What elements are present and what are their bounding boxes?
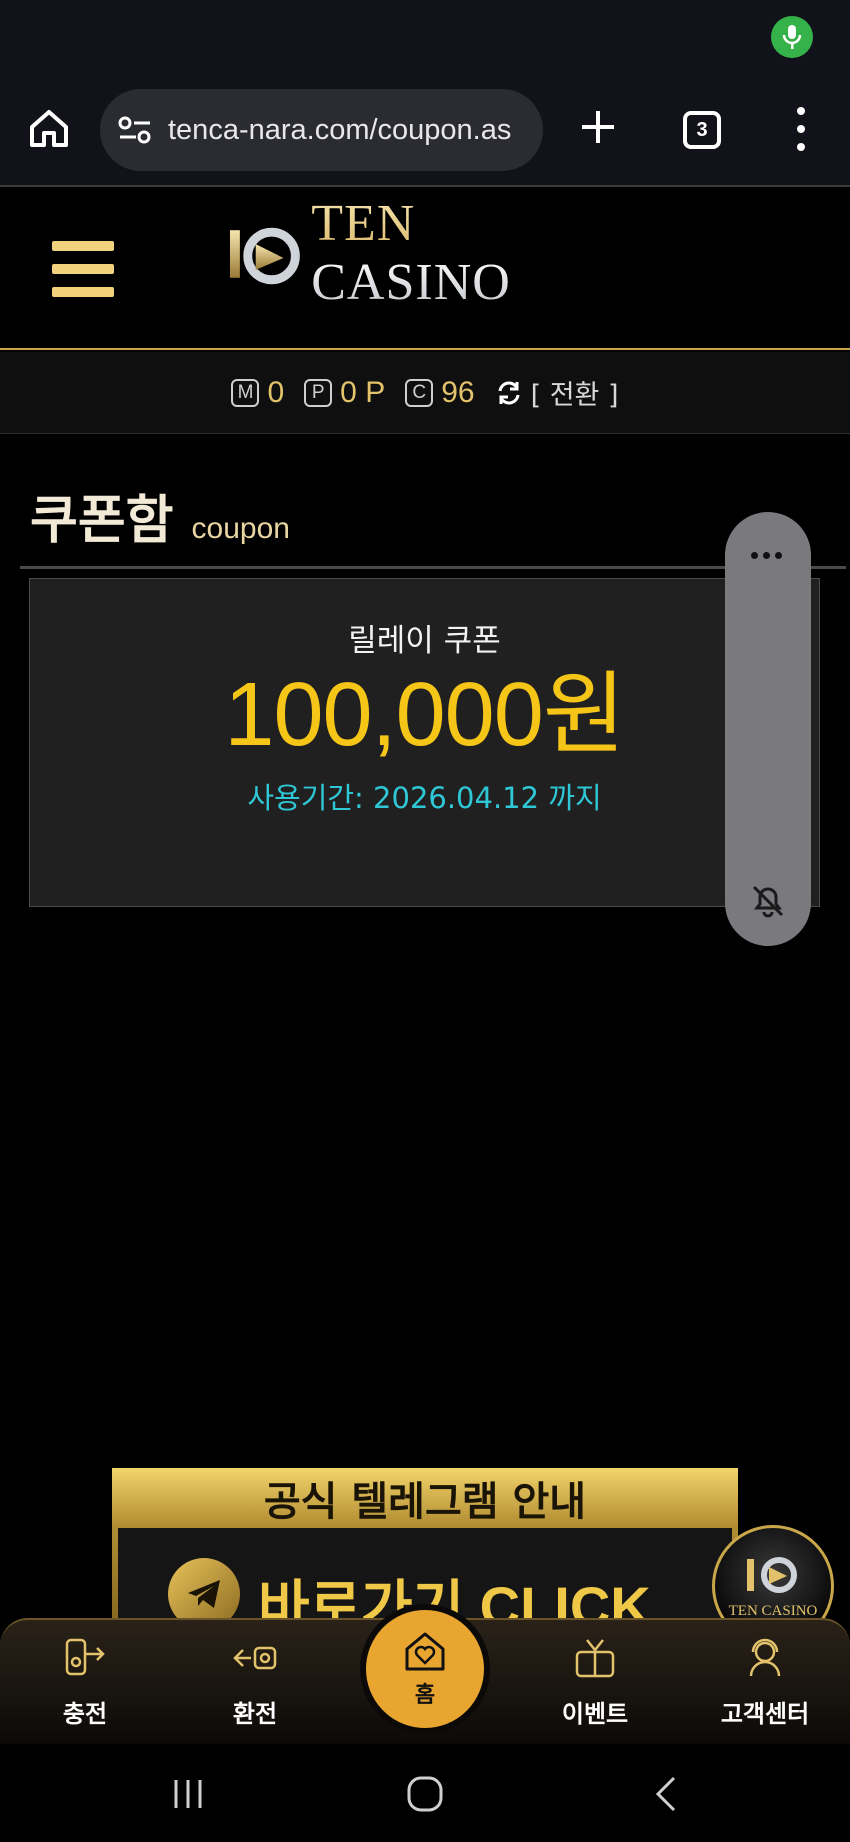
nav-event-label: 이벤트 xyxy=(561,1700,629,1728)
money-badge: M xyxy=(231,378,260,407)
money-value: 0 xyxy=(267,375,285,409)
address-bar[interactable]: tenca-nara.com/coupon.as xyxy=(100,89,543,171)
nav-charge-label: 충전 xyxy=(62,1700,108,1728)
logo-mark-icon xyxy=(229,227,300,285)
coupon-card[interactable]: 릴레이 쿠폰 100,000원 사용기간: 2026.04.12 까지 xyxy=(29,578,820,907)
support-icon xyxy=(749,1638,781,1677)
coupon-amount: 100,000원 xyxy=(224,665,625,765)
system-navigation-bar xyxy=(0,1744,850,1842)
page-title-en: coupon xyxy=(191,512,290,545)
banner-title: 공식 텔레그램 안내 xyxy=(112,1468,738,1528)
coin-badge: C xyxy=(405,378,434,407)
back-icon[interactable] xyxy=(648,1774,688,1814)
page-title-ko: 쿠폰함 xyxy=(30,491,174,551)
points-bar: M 0 P 0 P C 96 [ 전환 ] xyxy=(0,352,850,434)
microphone-icon xyxy=(771,16,813,58)
home-icon[interactable] xyxy=(26,105,72,151)
nav-exchange[interactable]: 환전 xyxy=(195,1632,315,1729)
point-badge: P xyxy=(304,378,333,407)
recent-apps-icon[interactable] xyxy=(168,1774,208,1814)
gift-icon xyxy=(575,1639,615,1678)
browser-toolbar: tenca-nara.com/coupon.as 3 xyxy=(0,75,850,187)
coin-value: 96 xyxy=(441,375,475,409)
nav-exchange-label: 환전 xyxy=(232,1700,278,1728)
url-text: tenca-nara.com/coupon.as xyxy=(168,113,512,146)
point-value: 0 P xyxy=(340,375,386,409)
home-nav-icon[interactable] xyxy=(405,1774,445,1814)
money-balance: M 0 xyxy=(231,376,284,410)
site-logo[interactable]: TEN CASINO xyxy=(226,213,626,311)
floating-logo-text: TEN CASINO xyxy=(728,1602,818,1619)
telegram-banner[interactable]: 공식 텔레그램 안내 바로가기 CLICK xyxy=(112,1468,738,1618)
new-tab-icon[interactable] xyxy=(578,107,618,147)
refresh-icon xyxy=(498,381,520,404)
tab-switcher-button[interactable]: 3 xyxy=(683,111,721,149)
coin-balance: C 96 xyxy=(405,375,475,410)
title-divider xyxy=(20,566,846,569)
exchange-icon xyxy=(233,1646,277,1670)
browser-menu-icon[interactable] xyxy=(796,107,806,151)
nav-home-label: 홈 xyxy=(414,1683,436,1708)
mute-notification-icon[interactable] xyxy=(749,882,787,920)
switch-label: [ 전환 ] xyxy=(530,380,619,411)
nav-charge[interactable]: 충전 xyxy=(25,1632,145,1729)
switch-button[interactable]: [ 전환 ] xyxy=(495,373,619,412)
point-balance: P 0 P xyxy=(304,376,385,410)
nav-support-label: 고객센터 xyxy=(720,1700,810,1728)
nav-support[interactable]: 고객센터 xyxy=(705,1632,825,1729)
site-header: TEN CASINO xyxy=(0,189,850,350)
telegram-icon xyxy=(168,1558,240,1618)
site-settings-icon[interactable] xyxy=(116,111,154,149)
logo-text: TEN CASINO xyxy=(311,194,626,312)
banner-cta: 바로가기 CLICK xyxy=(258,1575,651,1618)
more-options-icon[interactable] xyxy=(751,552,782,559)
charge-icon xyxy=(65,1638,105,1676)
nav-home-button[interactable]: 홈 xyxy=(360,1604,490,1734)
nav-event[interactable]: 이벤트 xyxy=(535,1632,655,1729)
coupon-period: 사용기간: 2026.04.12 까지 xyxy=(247,780,602,815)
coupon-name: 릴레이 쿠폰 xyxy=(348,623,501,659)
tab-count: 3 xyxy=(696,118,708,141)
home-heart-icon xyxy=(405,1632,445,1671)
hamburger-menu-icon[interactable] xyxy=(52,241,114,297)
floating-panel[interactable] xyxy=(725,512,811,946)
logo-mark-icon xyxy=(747,1556,797,1593)
page-title: 쿠폰함 coupon xyxy=(30,478,290,553)
status-bar xyxy=(0,0,850,75)
